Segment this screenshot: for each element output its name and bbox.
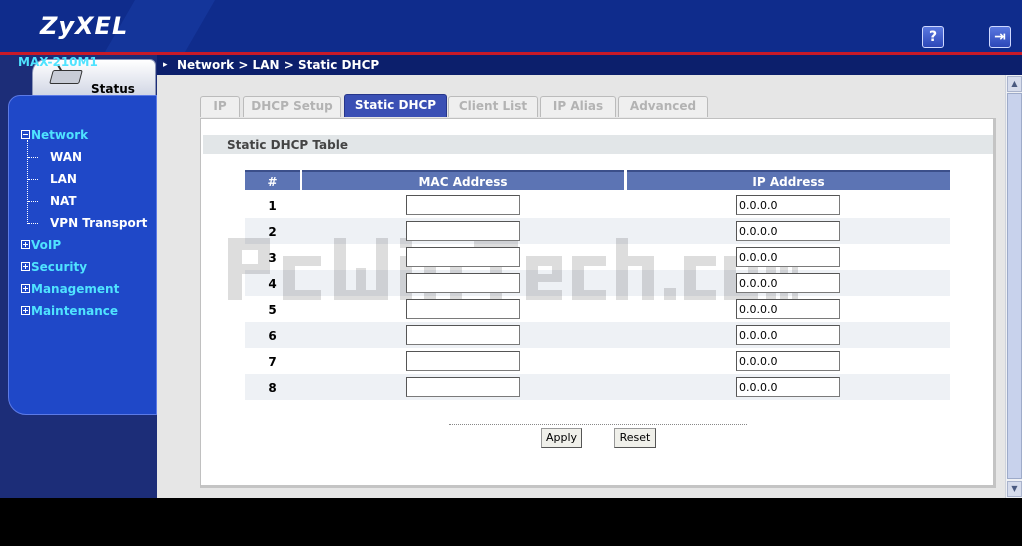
scroll-up-icon[interactable]: ▲ xyxy=(1007,76,1022,92)
expand-icon[interactable] xyxy=(21,306,30,315)
ip-address-input[interactable] xyxy=(736,221,840,241)
tree-branch xyxy=(28,157,38,158)
expand-icon[interactable] xyxy=(21,284,30,293)
sidebar-item-voip[interactable]: VoIP xyxy=(21,238,61,252)
row-number: 4 xyxy=(268,277,277,291)
expand-icon[interactable] xyxy=(21,262,30,271)
table-row xyxy=(245,296,950,322)
sidebar-item-management[interactable]: Management xyxy=(21,282,119,296)
mac-address-input[interactable] xyxy=(406,325,520,345)
ip-address-input[interactable] xyxy=(736,299,840,319)
mac-address-input[interactable] xyxy=(406,273,520,293)
sidebar-item-label: Network xyxy=(31,128,89,142)
vertical-scrollbar[interactable]: ▲ ▼ xyxy=(1005,75,1022,498)
mac-address-input[interactable] xyxy=(406,299,520,319)
sidebar-item-label: Maintenance xyxy=(31,304,119,318)
tree-branch xyxy=(28,201,38,202)
ip-address-input[interactable] xyxy=(736,325,840,345)
tab-advanced[interactable]: Advanced xyxy=(618,96,708,117)
column-header-number: # xyxy=(245,170,300,190)
sidebar-item-wan[interactable]: WAN xyxy=(50,150,82,164)
logout-icon: ⇥ xyxy=(994,29,1006,45)
question-icon: ? xyxy=(928,29,938,45)
ip-address-input[interactable] xyxy=(736,351,840,371)
mac-address-input[interactable] xyxy=(406,247,520,267)
scroll-thumb[interactable] xyxy=(1007,93,1022,479)
button-separator xyxy=(449,424,747,425)
row-number: 5 xyxy=(268,303,277,317)
bottom-bar xyxy=(0,498,1022,546)
help-button[interactable]: ? xyxy=(922,26,944,48)
logout-button[interactable]: ⇥ xyxy=(989,26,1011,48)
row-number: 2 xyxy=(268,225,277,239)
top-header: ZyXEL ? ⇥ xyxy=(0,0,1022,52)
sidebar-item-nat[interactable]: NAT xyxy=(50,194,77,208)
tab-ip[interactable]: IP xyxy=(200,96,240,117)
tree-branch xyxy=(28,223,38,224)
sidebar-item-maintenance[interactable]: Maintenance xyxy=(21,304,118,318)
row-number: 1 xyxy=(268,199,277,213)
scroll-down-icon[interactable]: ▼ xyxy=(1007,481,1022,497)
zyxel-logo: ZyXEL xyxy=(40,12,129,40)
row-number: 6 xyxy=(268,329,277,343)
mac-address-input[interactable] xyxy=(406,195,520,215)
tab-static-dhcp[interactable]: Static DHCP xyxy=(344,94,447,117)
row-number: 7 xyxy=(268,355,277,369)
tree-branch xyxy=(28,179,38,180)
tab-dhcp-setup[interactable]: DHCP Setup xyxy=(243,96,341,117)
expand-icon[interactable] xyxy=(21,240,30,249)
ip-address-input[interactable] xyxy=(736,377,840,397)
table-row xyxy=(245,244,950,270)
ip-address-input[interactable] xyxy=(736,273,840,293)
status-label: Status xyxy=(91,82,135,96)
sidebar-item-security[interactable]: Security xyxy=(21,260,87,274)
table-row xyxy=(245,322,950,348)
breadcrumb-arrow-icon: ▸ xyxy=(163,60,168,70)
router-icon xyxy=(49,70,83,84)
tab-client-list[interactable]: Client List xyxy=(448,96,538,117)
device-name: MAX-210M1 xyxy=(18,55,98,69)
breadcrumb: Network > LAN > Static DHCP xyxy=(177,58,380,72)
mac-address-input[interactable] xyxy=(406,351,520,371)
sidebar-item-lan[interactable]: LAN xyxy=(50,172,77,186)
collapse-icon[interactable] xyxy=(21,130,30,139)
apply-button[interactable]: Apply xyxy=(541,428,582,448)
sidebar-item-label: Management xyxy=(31,282,120,296)
tree-line xyxy=(27,140,28,224)
mac-address-input[interactable] xyxy=(406,377,520,397)
ip-address-input[interactable] xyxy=(736,195,840,215)
nav-panel xyxy=(8,95,157,415)
sidebar: Status xyxy=(0,55,157,498)
tab-ip-alias[interactable]: IP Alias xyxy=(540,96,616,117)
ip-address-input[interactable] xyxy=(736,247,840,267)
table-row xyxy=(245,374,950,400)
table-row xyxy=(245,270,950,296)
sidebar-item-vpn-transport[interactable]: VPN Transport xyxy=(50,216,147,230)
table-row xyxy=(245,348,950,374)
table-row xyxy=(245,192,950,218)
mac-address-input[interactable] xyxy=(406,221,520,241)
column-header-mac: MAC Address xyxy=(302,170,624,190)
reset-button[interactable]: Reset xyxy=(614,428,656,448)
table-title: Static DHCP Table xyxy=(227,138,348,152)
row-number: 8 xyxy=(268,381,277,395)
table-row xyxy=(245,218,950,244)
sidebar-item-label: Security xyxy=(31,260,88,274)
sidebar-item-network[interactable]: Network xyxy=(21,128,88,142)
column-header-ip: IP Address xyxy=(627,170,950,190)
row-number: 3 xyxy=(268,251,277,265)
sidebar-item-label: VoIP xyxy=(31,238,62,252)
breadcrumb-bar: ▸ Network > LAN > Static DHCP xyxy=(157,55,1022,75)
